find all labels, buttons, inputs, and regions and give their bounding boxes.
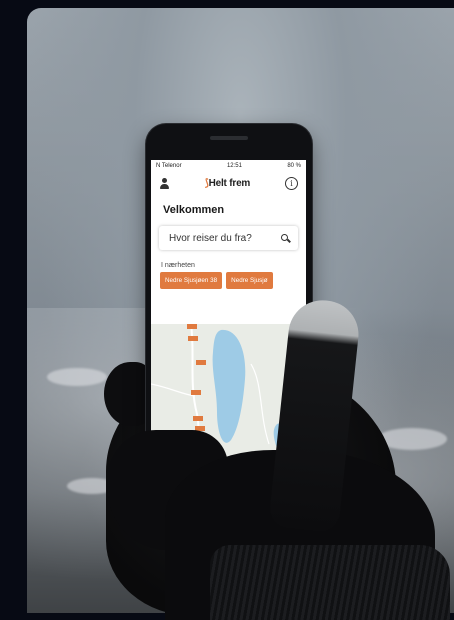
nearby-label: I nærheten bbox=[161, 262, 195, 269]
logo-text: Helt frem bbox=[208, 177, 251, 189]
status-bar: N Telenor 12:51 80 % bbox=[151, 160, 306, 172]
glove-cuff bbox=[210, 545, 450, 620]
bus-stop-marker[interactable] bbox=[187, 324, 197, 329]
welcome-title: Velkommen bbox=[163, 204, 225, 216]
search-input[interactable]: Hvor reiser du fra? bbox=[159, 226, 298, 250]
bus-stop-marker[interactable] bbox=[196, 360, 206, 365]
app-logo: ⟆Helt frem bbox=[204, 177, 251, 189]
clock: 12:51 bbox=[226, 163, 242, 169]
info-icon[interactable]: i bbox=[285, 176, 298, 190]
nearby-chip[interactable]: Nedre Sjusjøen 38 bbox=[160, 272, 223, 289]
app-header: ⟆Helt frem i bbox=[151, 172, 306, 194]
user-icon[interactable] bbox=[159, 177, 170, 189]
phone-speaker bbox=[210, 136, 248, 140]
search-icon[interactable] bbox=[281, 233, 290, 243]
nearby-chip-list: Nedre Sjusjøen 38 Nedre Sjusjø bbox=[151, 269, 306, 289]
nearby-chip[interactable]: Nedre Sjusjø bbox=[226, 272, 273, 289]
snow-patch bbox=[47, 368, 107, 386]
bus-stop-marker[interactable] bbox=[188, 336, 198, 341]
search-placeholder: Hvor reiser du fra? bbox=[169, 232, 252, 244]
bus-stop-marker[interactable] bbox=[193, 416, 203, 421]
carrier-label: N Telenor bbox=[156, 163, 182, 169]
bus-stop-marker[interactable] bbox=[191, 390, 201, 395]
battery-label: 80 % bbox=[287, 163, 301, 169]
